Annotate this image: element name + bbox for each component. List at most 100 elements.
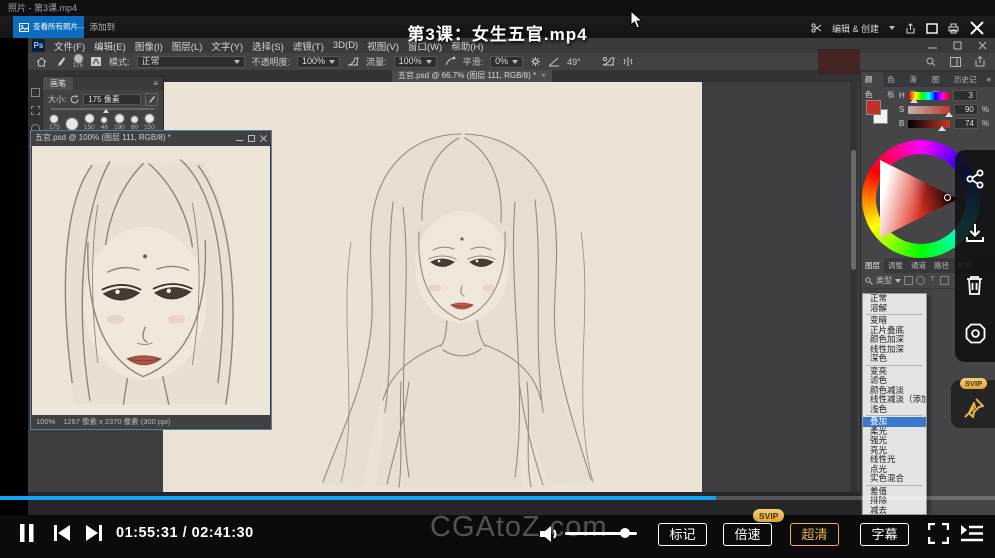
mark-button[interactable]: 标记 xyxy=(658,523,707,546)
playlist-icon[interactable] xyxy=(960,524,984,543)
workspace-icon[interactable] xyxy=(950,57,961,67)
brush-tool-icon[interactable] xyxy=(54,56,66,68)
tab-adjustments[interactable]: 调整 xyxy=(884,258,907,273)
tab-swatches[interactable]: 色板 xyxy=(883,72,905,87)
smoothing-select[interactable]: 0% xyxy=(490,56,523,68)
next-button[interactable] xyxy=(84,524,104,542)
zoom-level[interactable]: 100% xyxy=(36,415,55,428)
floating-document-window[interactable]: 五官.psd @ 100% (图层 111, RGB/8) * xyxy=(30,130,272,430)
girl-sketch-closeup xyxy=(32,146,270,416)
search-icon xyxy=(865,277,873,285)
pen-pressure-icon[interactable] xyxy=(145,93,158,106)
brush-preset[interactable]: 48 xyxy=(101,117,108,131)
angle-icon xyxy=(548,57,560,67)
saturation-slider[interactable] xyxy=(908,106,950,114)
canvas-closeup[interactable] xyxy=(32,146,270,416)
tab-gradients[interactable]: 渐变 xyxy=(906,72,928,87)
watermark: CGAtoZ.com xyxy=(430,511,608,544)
pause-button[interactable] xyxy=(18,523,36,543)
filter-adjustment-icon[interactable] xyxy=(916,276,925,285)
gear-icon[interactable] xyxy=(530,56,541,67)
blend-mode-menu: 正常 溶解 变暗 正片叠底 颜色加深 线性加深 深色 变亮 滤色 颜色减淡 线性… xyxy=(862,293,927,515)
reset-icon[interactable] xyxy=(70,95,79,104)
previous-button[interactable] xyxy=(52,524,72,542)
foreground-color-swatch[interactable] xyxy=(866,100,881,115)
panel-menu-icon[interactable]: ≡ xyxy=(987,75,991,84)
progress-fill xyxy=(0,496,716,500)
float-window-statusbar: 100% 1267 像素 x 2370 像素 (300 ppi) xyxy=(32,415,270,428)
subtitle-button[interactable]: 字幕 xyxy=(860,523,909,546)
doc-dimensions: 1267 像素 x 2370 像素 (300 ppi) xyxy=(63,415,170,428)
maximize-icon[interactable] xyxy=(248,135,255,142)
svip-badge: SVIP xyxy=(753,509,784,522)
tab-color[interactable]: 颜色 xyxy=(861,72,883,87)
share-icon[interactable] xyxy=(964,168,986,190)
brush-size-input[interactable]: 175 像素 xyxy=(83,94,141,105)
minimize-icon[interactable] xyxy=(236,135,243,142)
quality-button[interactable]: 超清 xyxy=(790,523,839,546)
hue-slider[interactable] xyxy=(909,92,949,100)
brightness-value[interactable]: 74 xyxy=(954,118,978,129)
tab-patterns[interactable]: 图案 xyxy=(928,72,950,87)
document-tab[interactable]: 五官.psd @ 66.7% (图层 111, RGB/8) * × xyxy=(392,70,552,82)
pressure-opacity-icon[interactable] xyxy=(347,56,359,67)
blend-item[interactable]: 浅色 xyxy=(863,405,926,415)
brush-preset[interactable]: 150 xyxy=(144,114,155,131)
photos-window-title: 照片 - 第3课.mp4 xyxy=(0,0,995,16)
filter-pixel-icon[interactable] xyxy=(904,276,913,285)
blend-mode-select[interactable]: 正常 xyxy=(137,56,245,68)
tab-brushes[interactable]: 画笔 xyxy=(43,77,73,90)
close-icon[interactable] xyxy=(260,135,267,142)
blend-item[interactable]: 溶解 xyxy=(863,304,926,314)
tab-paths[interactable]: 路径 xyxy=(930,258,953,273)
size-slider-handle[interactable] xyxy=(103,109,109,113)
home-icon[interactable] xyxy=(36,57,47,67)
brush-preview-icon[interactable] xyxy=(74,54,83,63)
blend-item[interactable]: 实色混合 xyxy=(863,474,926,484)
tab-history[interactable]: 历史记录 xyxy=(950,72,987,87)
svip-badge: SVIP xyxy=(960,378,987,389)
airbrush-icon[interactable] xyxy=(444,56,456,67)
tab-close-icon[interactable]: × xyxy=(541,70,546,82)
volume-knob[interactable] xyxy=(620,528,630,538)
speed-button[interactable]: 倍速 xyxy=(723,523,772,546)
time-display: 01:55:31 / 02:41:30 xyxy=(116,525,254,541)
share-doc-icon[interactable] xyxy=(975,56,985,67)
canvas-scrollbar[interactable] xyxy=(850,82,857,492)
tab-layers[interactable]: 图层 xyxy=(861,258,884,273)
volume-icon[interactable] xyxy=(538,523,562,545)
search-icon[interactable] xyxy=(926,57,936,67)
brush-preset[interactable]: 190 xyxy=(114,114,125,131)
symmetry-icon[interactable] xyxy=(622,56,634,67)
brush-panel-toggle-icon[interactable] xyxy=(90,56,102,67)
float-window-titlebar[interactable]: 五官.psd @ 100% (图层 111, RGB/8) * xyxy=(31,131,271,145)
opacity-select[interactable]: 100% xyxy=(297,56,340,68)
move-tool-icon[interactable] xyxy=(31,88,40,97)
pressure-size-icon[interactable] xyxy=(602,56,615,67)
canvas-scroll-thumb[interactable] xyxy=(851,150,856,270)
blend-item[interactable]: 深色 xyxy=(863,354,926,364)
flow-select[interactable]: 100% xyxy=(394,56,437,68)
brush-preset[interactable]: 60 xyxy=(131,116,138,131)
mouse-cursor xyxy=(630,10,643,29)
hue-value[interactable]: 3 xyxy=(953,90,977,101)
pin-icon[interactable] xyxy=(962,396,986,420)
progress-bar[interactable] xyxy=(0,496,995,500)
filter-type-icon[interactable]: T xyxy=(928,276,937,285)
brightness-slider[interactable] xyxy=(908,120,950,128)
download-icon[interactable] xyxy=(964,222,986,244)
panel-menu-icon[interactable]: ≡ xyxy=(153,79,158,88)
brush-preset[interactable]: 175 xyxy=(49,115,60,131)
trash-icon[interactable] xyxy=(964,274,985,296)
brush-settings-panel: 画笔 ≡ 大小: 175 像素 175 150 48 190 60 150 xyxy=(42,76,164,138)
fullscreen-icon[interactable] xyxy=(928,523,949,544)
filter-shape-icon[interactable] xyxy=(940,276,949,285)
filter-type-select[interactable]: 类型 xyxy=(876,275,892,286)
tab-channels[interactable]: 通道 xyxy=(907,258,930,273)
saturation-value[interactable]: 90 xyxy=(954,104,978,115)
video-artifact-patch xyxy=(818,49,860,74)
brush-preset[interactable]: 150 xyxy=(84,114,95,131)
color-selection-dot[interactable] xyxy=(944,194,951,201)
marquee-tool-icon[interactable] xyxy=(31,106,40,115)
record-icon[interactable] xyxy=(964,322,987,345)
